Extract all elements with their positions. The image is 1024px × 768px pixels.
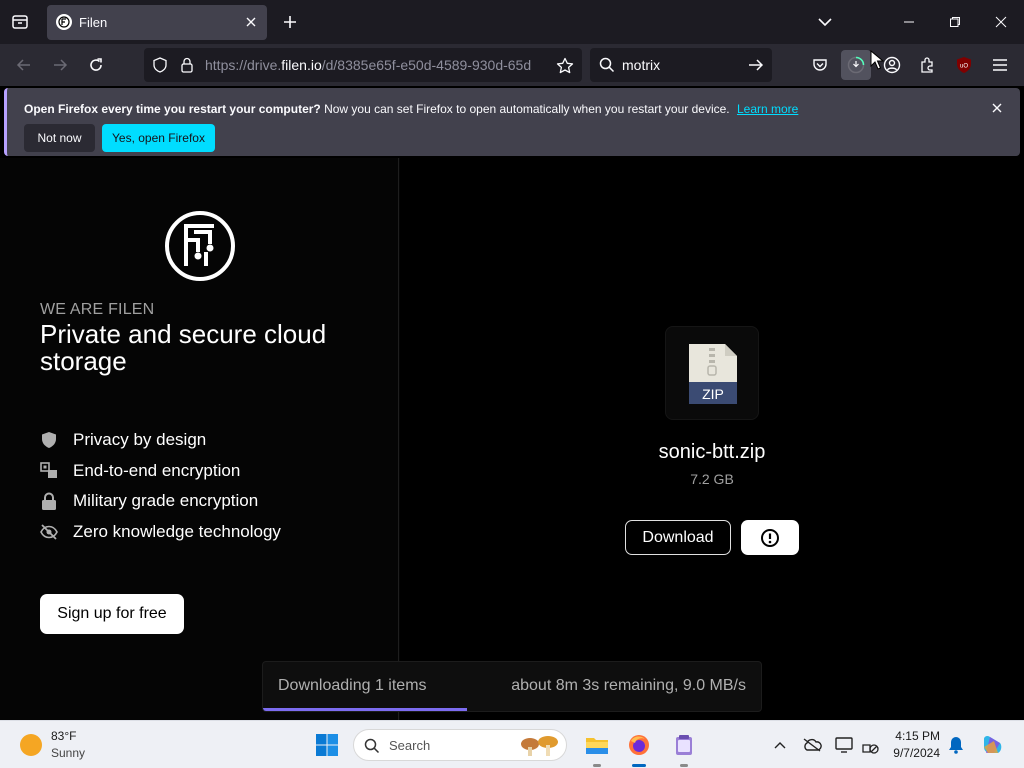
search-icon (364, 738, 380, 754)
filen-logo-icon (164, 210, 236, 282)
mushroom-search-highlight-icon (518, 734, 560, 758)
feature-label: Privacy by design (73, 430, 207, 449)
tagline-heading: Private and secure cloud storage (40, 319, 327, 376)
bookmark-star-icon[interactable] (556, 57, 574, 75)
running-indicator (680, 764, 688, 767)
url-host: filen.io (281, 57, 322, 73)
chevron-up-icon[interactable] (770, 735, 790, 755)
screen: Filen https://drive.filen.io/d/8385e65f-… (0, 0, 1024, 768)
new-tab-icon[interactable] (280, 12, 300, 32)
reload-icon[interactable] (84, 53, 108, 77)
shield-icon (40, 431, 58, 449)
close-window-icon[interactable] (987, 8, 1015, 36)
close-tab-icon[interactable] (243, 14, 259, 30)
search-input[interactable]: motrix (622, 57, 660, 73)
tagline-small: WE ARE FILEN (40, 301, 155, 318)
windows-taskbar: 83°F Sunny Search 4:15 PM 9/7/2024 (0, 720, 1024, 768)
mouse-cursor-icon (870, 49, 885, 70)
filen-favicon-icon (56, 14, 72, 30)
sign-up-button[interactable]: Sign up for free (40, 594, 184, 634)
close-notification-icon[interactable] (992, 100, 1008, 116)
lock-icon (40, 492, 58, 510)
download-progress-fill (263, 708, 468, 711)
file-type-label: ZIP (702, 386, 724, 402)
feature-label: Zero knowledge technology (73, 522, 281, 541)
file-name: sonic-btt.zip (658, 441, 766, 463)
pocket-icon[interactable] (808, 53, 832, 77)
alert-circle-icon (761, 528, 779, 547)
menu-icon[interactable] (988, 53, 1012, 77)
encryption-icon (40, 462, 58, 480)
eye-off-icon (40, 523, 58, 541)
download-eta: about 8m 3s remaining, 9.0 MB/s (511, 677, 746, 694)
tracking-protection-shield-icon[interactable] (152, 57, 168, 73)
yes-open-firefox-button[interactable]: Yes, open Firefox (102, 124, 215, 152)
learn-more-link[interactable]: Learn more (737, 102, 798, 116)
firefox-notification-bar: Open Firefox every time you restart your… (4, 88, 1020, 156)
taskbar-search-placeholder: Search (389, 738, 431, 753)
notification-bell-icon[interactable] (946, 735, 966, 755)
weather-temperature[interactable]: 83°F (51, 729, 76, 743)
feature-label: End-to-end encryption (73, 461, 241, 480)
url-bar[interactable]: https://drive.filen.io/d/8385e65f-e50d-4… (144, 48, 582, 82)
url-text[interactable]: https://drive.filen.io/d/8385e65f-e50d-4… (205, 57, 545, 73)
svg-text:uO: uO (960, 64, 968, 70)
zip-file-icon: ZIP (687, 342, 739, 406)
notification-body-text: Now you can set Firefox to open automati… (320, 102, 730, 116)
promo-panel: WE ARE FILEN Private and secure cloud st… (0, 158, 399, 720)
tab-filen[interactable]: Filen (47, 5, 267, 40)
firefox-icon[interactable] (625, 731, 653, 767)
running-indicator (593, 764, 601, 767)
url-path: /d/8385e65f-e50d-4589-930d-65d (321, 57, 532, 73)
network-disconnected-icon[interactable] (860, 735, 880, 755)
search-bar[interactable]: motrix (590, 48, 772, 82)
tab-title: Filen (79, 15, 108, 30)
download-status-label: Downloading 1 items (278, 677, 427, 694)
notification-message: Open Firefox every time you restart your… (24, 102, 798, 116)
not-now-button[interactable]: Not now (24, 124, 95, 152)
clock-date[interactable]: 9/7/2024 (880, 746, 940, 760)
file-size: 7.2 GB (690, 471, 734, 487)
file-explorer-icon[interactable] (583, 731, 611, 767)
forward-icon[interactable] (48, 53, 72, 77)
tab-strip: Filen (0, 0, 1024, 44)
arrow-right-icon[interactable] (748, 57, 764, 73)
page-content: WE ARE FILEN Private and secure cloud st… (0, 158, 1024, 720)
file-panel: ZIP sonic-btt.zip 7.2 GB Download (400, 158, 1024, 720)
running-indicator (632, 764, 646, 767)
search-icon (599, 57, 615, 73)
clock-time[interactable]: 4:15 PM (880, 729, 940, 743)
taskbar-search[interactable]: Search (353, 729, 567, 761)
restore-icon[interactable] (941, 8, 969, 36)
copilot-icon[interactable] (980, 733, 1004, 757)
chevron-down-icon[interactable] (815, 12, 835, 32)
sun-weather-icon[interactable] (20, 734, 42, 756)
downloads-progress-icon[interactable] (841, 50, 871, 80)
onedrive-icon[interactable] (802, 735, 822, 755)
weather-description[interactable]: Sunny (51, 746, 85, 760)
notepad-app-icon[interactable] (670, 731, 698, 767)
ublock-origin-icon[interactable]: uO (952, 53, 976, 77)
notification-bold-text: Open Firefox every time you restart your… (24, 102, 321, 116)
report-button[interactable] (741, 520, 799, 555)
display-icon[interactable] (834, 735, 854, 755)
lock-icon[interactable] (180, 57, 194, 73)
download-button[interactable]: Download (625, 520, 731, 555)
minimize-icon[interactable] (895, 8, 923, 36)
back-icon[interactable] (12, 53, 36, 77)
feature-label: Military grade encryption (73, 491, 259, 510)
file-preview-card: ZIP (665, 326, 759, 420)
windows-start-icon[interactable] (315, 733, 339, 757)
url-prefix: https://drive. (205, 57, 282, 73)
download-status-bar: Downloading 1 items about 8m 3s remainin… (262, 661, 762, 712)
tab-list-icon[interactable] (8, 10, 32, 34)
download-progress-track (263, 708, 761, 711)
extensions-icon[interactable] (916, 53, 940, 77)
